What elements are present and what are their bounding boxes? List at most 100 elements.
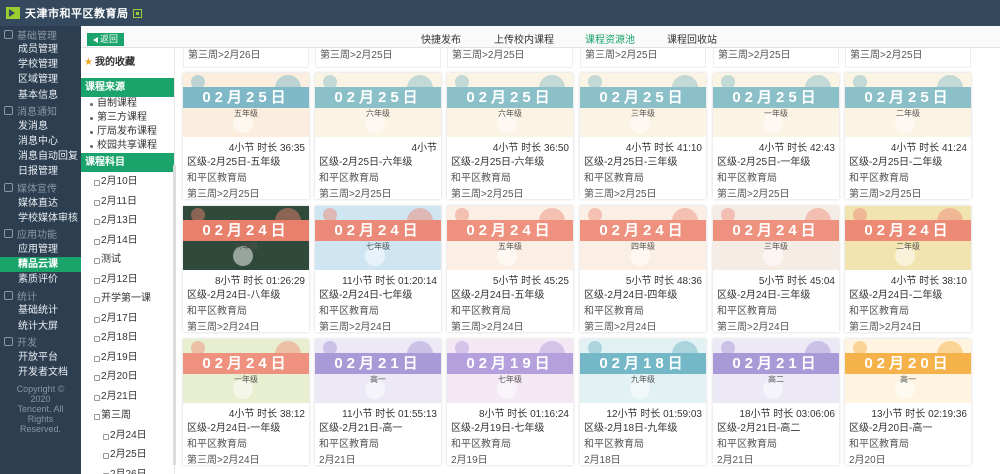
course-title[interactable]: 区级-2月24日-三年级	[717, 286, 810, 301]
sidebar-item[interactable]: 学校管理	[0, 57, 81, 72]
subject-subitem[interactable]: 2月26日	[81, 465, 174, 474]
course-card[interactable]: 02月20日 高一 13小节 时长 02:19:36 区级-2月20日-高一 和平区教育…	[845, 339, 971, 466]
sidebar-section-header[interactable]: 开发	[0, 334, 81, 350]
course-title[interactable]: 区级-2月25日-一年级	[717, 153, 810, 168]
course-thumbnail[interactable]: 02月25日 二年级	[845, 73, 971, 137]
course-card-partial[interactable]: 第三周>2月25日	[845, 48, 971, 68]
subject-item[interactable]: 2月12日	[81, 270, 174, 290]
course-thumbnail[interactable]: 02月24日 四年级	[580, 206, 706, 270]
sidebar-item[interactable]: 基础统计	[0, 303, 81, 318]
tab-item[interactable]: 课程回收站	[667, 31, 717, 46]
sidebar-item[interactable]: 精品云课	[0, 257, 81, 273]
course-thumbnail[interactable]: 02月21日 高一	[315, 339, 441, 403]
course-title[interactable]: 区级-2月24日-一年级	[187, 419, 280, 434]
source-item[interactable]: 厅局发布课程	[81, 125, 174, 139]
sidebar-item[interactable]: 统计大屏	[0, 319, 81, 334]
course-thumbnail[interactable]: 02月25日 六年级	[315, 73, 441, 137]
course-title[interactable]: 区级-2月25日-三年级	[584, 153, 677, 168]
course-card[interactable]: 02月25日 六年级 4小节 时长 36:50 区级-2月25日-六年级 和平区教育局第…	[447, 73, 573, 200]
course-thumbnail[interactable]: 02月19日 七年级	[447, 339, 573, 403]
sidebar-section-header[interactable]: 应用功能	[0, 226, 81, 242]
course-thumbnail[interactable]: 02月25日 三年级	[580, 73, 706, 137]
subject-item[interactable]: 2月14日	[81, 231, 174, 251]
course-thumbnail[interactable]: 02月25日 六年级	[447, 73, 573, 137]
course-card[interactable]: 02月25日 五年级 4小节 时长 36:35 区级-2月25日-五年级 和平区教育局第…	[183, 73, 309, 200]
sidebar-item[interactable]: 开放平台	[0, 350, 81, 365]
tab-item[interactable]: 上传校内课程	[494, 31, 554, 46]
course-title[interactable]: 区级-2月19日-七年级	[451, 419, 544, 434]
qrcode-icon[interactable]	[132, 8, 142, 18]
sidebar-section-header[interactable]: 基础管理	[0, 26, 81, 42]
course-card-partial[interactable]: 第三周>2月25日	[447, 48, 573, 68]
subject-week[interactable]: 第三周	[81, 406, 174, 426]
subject-header[interactable]: 课程科目	[81, 153, 174, 172]
course-thumbnail[interactable]: 02月24日 二年级	[845, 206, 971, 270]
sidebar-item[interactable]: 基本信息	[0, 88, 81, 103]
course-title[interactable]: 区级-2月25日-六年级	[319, 153, 412, 168]
course-card[interactable]: 02月21日 高一 11小节 时长 01:55:13 区级-2月21日-高一 和平区教育…	[315, 339, 441, 466]
back-button[interactable]: 返回	[87, 33, 124, 46]
course-thumbnail[interactable]: 02月20日 高一	[845, 339, 971, 403]
source-header[interactable]: 课程来源	[81, 78, 174, 97]
course-thumbnail[interactable]: 02月24日 一年级	[183, 339, 309, 403]
course-card[interactable]: 02月24日 一年级 4小节 时长 38:12 区级-2月24日-一年级 和平区教育局第…	[183, 339, 309, 466]
source-item[interactable]: 第三方课程	[81, 111, 174, 125]
course-card[interactable]: 02月19日 七年级 8小节 时长 01:16:24 区级-2月19日-七年级 和平区教…	[447, 339, 573, 466]
course-card[interactable]: 02月25日 一年级 4小节 时长 42:43 区级-2月25日-一年级 和平区教育局第…	[713, 73, 839, 200]
course-card[interactable]: 02月24日 四年级 5小节 时长 48:36 区级-2月24日-四年级 和平区教育局第…	[580, 206, 706, 333]
course-title[interactable]: 区级-2月24日-二年级	[849, 286, 942, 301]
sidebar-section-header[interactable]: 统计	[0, 287, 81, 303]
subject-subitem[interactable]: 2月24日	[81, 426, 174, 446]
subject-item[interactable]: 测试	[81, 250, 174, 270]
source-item[interactable]: 自制课程	[81, 97, 174, 111]
course-title[interactable]: 区级-2月21日-高一	[319, 419, 402, 434]
subject-item[interactable]: 2月21日	[81, 387, 174, 407]
course-card[interactable]: 02月24日 三年级 5小节 时长 45:04 区级-2月24日-三年级 和平区教育局第…	[713, 206, 839, 333]
course-card-partial[interactable]: 第三周>2月25日	[580, 48, 706, 68]
sidebar-item[interactable]: 成员管理	[0, 42, 81, 57]
course-card[interactable]: 02月25日 六年级 4小节 区级-2月25日-六年级 和平区教育局 第三周>2月25日	[315, 73, 441, 200]
sidebar-item[interactable]: 区域管理	[0, 72, 81, 87]
course-title[interactable]: 区级-2月20日-高一	[849, 419, 932, 434]
tab-item[interactable]: 快捷发布	[421, 31, 461, 46]
course-card[interactable]: 02月21日 高二 18小节 时长 03:06:06 区级-2月21日-高二 和平区教育…	[713, 339, 839, 466]
course-card-partial[interactable]: 第三周>2月25日	[315, 48, 441, 68]
course-thumbnail[interactable]: 02月21日 高二	[713, 339, 839, 403]
subject-item[interactable]: 2月20日	[81, 367, 174, 387]
course-title[interactable]: 区级-2月24日-四年级	[584, 286, 677, 301]
sidebar-section-header[interactable]: 消息通知	[0, 103, 81, 119]
course-card[interactable]: 02月25日 三年级 4小节 时长 41:10 区级-2月25日-三年级 和平区教育局第…	[580, 73, 706, 200]
subject-subitem[interactable]: 2月25日	[81, 445, 174, 465]
sidebar-item[interactable]: 开发者文档	[0, 365, 81, 380]
subject-item[interactable]: 2月17日	[81, 309, 174, 329]
course-title[interactable]: 区级-2月25日-二年级	[849, 153, 942, 168]
subject-item[interactable]: 2月13日	[81, 211, 174, 231]
course-thumbnail[interactable]: 02月25日 五年级	[183, 73, 309, 137]
course-title[interactable]: 区级-2月21日-高二	[717, 419, 800, 434]
course-card[interactable]: 02月24日 二年级 4小节 时长 38:10 区级-2月24日-二年级 和平区教育局第…	[845, 206, 971, 333]
course-thumbnail[interactable]: 02月24日 七年级	[315, 206, 441, 270]
course-title[interactable]: 区级-2月24日-八年级	[187, 286, 280, 301]
course-card-partial[interactable]: 第三周>2月26日	[183, 48, 309, 68]
course-title[interactable]: 区级-2月24日-五年级	[451, 286, 544, 301]
course-title[interactable]: 区级-2月25日-五年级	[187, 153, 280, 168]
course-thumbnail[interactable]: 02月18日 九年级	[580, 339, 706, 403]
course-title[interactable]: 区级-2月25日-六年级	[451, 153, 544, 168]
sidebar-item[interactable]: 应用管理	[0, 242, 81, 257]
course-thumbnail[interactable]: 02月24日 八年级	[183, 206, 309, 270]
sidebar-section-header[interactable]: 媒体宣传	[0, 180, 81, 196]
favorites-item[interactable]: ★ 我的收藏	[81, 48, 174, 78]
course-title[interactable]: 区级-2月24日-七年级	[319, 286, 412, 301]
course-card-partial[interactable]: 第三周>2月25日	[713, 48, 839, 68]
course-title[interactable]: 区级-2月18日-九年级	[584, 419, 677, 434]
subject-item[interactable]: 2月19日	[81, 348, 174, 368]
course-card[interactable]: 02月24日 五年级 5小节 时长 45:25 区级-2月24日-五年级 和平区教育局第…	[447, 206, 573, 333]
sidebar-item[interactable]: 素质评价	[0, 272, 81, 287]
course-card[interactable]: 02月24日 七年级 11小节 时长 01:20:14 区级-2月24日-七年级 和平区…	[315, 206, 441, 333]
course-thumbnail[interactable]: 02月25日 一年级	[713, 73, 839, 137]
sidebar-item[interactable]: 发消息	[0, 119, 81, 134]
course-thumbnail[interactable]: 02月24日 五年级	[447, 206, 573, 270]
sidebar-item[interactable]: 日报管理	[0, 164, 81, 179]
course-card[interactable]: 02月25日 二年级 4小节 时长 41:24 区级-2月25日-二年级 和平区教育局第…	[845, 73, 971, 200]
sidebar-item[interactable]: 学校媒体审核	[0, 211, 81, 226]
